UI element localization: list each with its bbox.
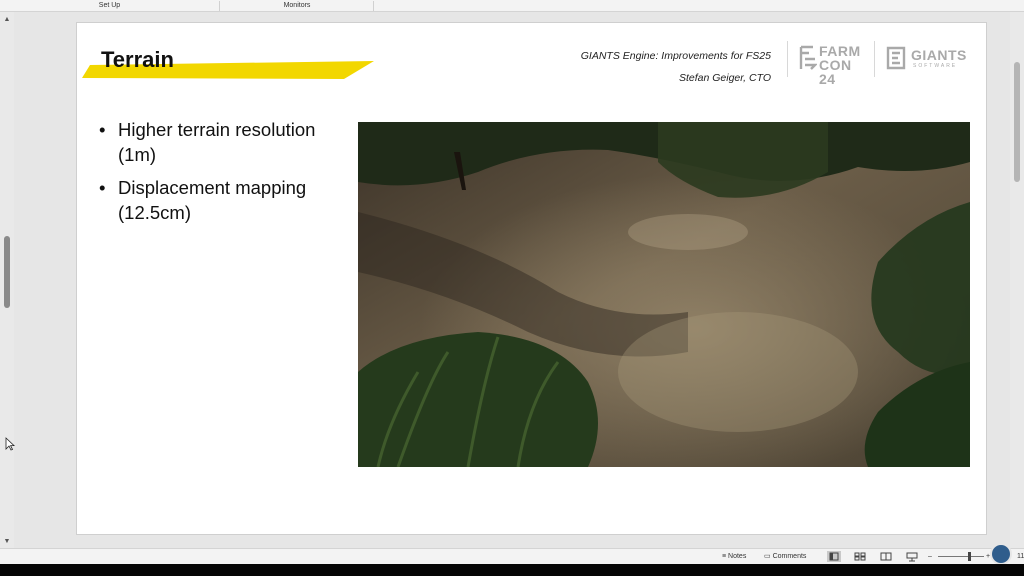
zoom-slider[interactable] [938, 556, 984, 557]
chevron-down-icon[interactable]: ▼ [3, 538, 11, 546]
taskbar [0, 564, 1024, 576]
farmcon-logo: FARM CON 24 [799, 43, 865, 86]
presentation-title: GIANTS Engine: Improvements for FS25 [580, 50, 771, 62]
bullet-item: Higher terrain resolution (1m) [99, 117, 349, 167]
thumbnail-scrollbar[interactable]: ▲ ▼ [0, 12, 14, 548]
ribbon-strip: Set Up Monitors [0, 0, 1024, 12]
header-divider [787, 41, 788, 77]
header-divider [874, 41, 875, 77]
farmcon-logo-text: FARM CON 24 [819, 43, 861, 87]
slideshow-button[interactable] [905, 551, 919, 562]
bullet-item: Displacement mapping (12.5cm) [99, 175, 349, 225]
bullet-list: Higher terrain resolution (1m) Displacem… [99, 117, 349, 233]
slide-scrollbar-thumb[interactable] [1014, 62, 1020, 182]
giants-logo-subtext: SOFTWARE [913, 63, 958, 69]
slide-sorter-icon [854, 552, 866, 561]
slide-sorter-button[interactable] [853, 551, 867, 562]
arrow-cursor-icon [5, 437, 15, 451]
normal-view-button[interactable] [827, 551, 841, 562]
slide-canvas[interactable]: Terrain GIANTS Engine: Improvements for … [76, 22, 987, 535]
ribbon-group-monitors[interactable]: Monitors [221, 1, 374, 11]
reading-view-button[interactable] [879, 551, 893, 562]
giants-logo: GIANTS SOFTWARE [885, 43, 969, 75]
slide-scrollbar[interactable] [1010, 12, 1024, 548]
zoom-out-button[interactable]: – [928, 552, 932, 562]
reading-view-icon [880, 552, 892, 561]
zoom-slider-handle[interactable] [968, 552, 971, 561]
notes-button[interactable]: ≡ Notes [722, 552, 746, 562]
comments-button[interactable]: ▭ Comments [764, 552, 806, 562]
terrain-screenshot-image[interactable] [358, 122, 970, 467]
giants-logo-text: GIANTS [911, 47, 967, 63]
slide-title: Terrain [101, 47, 174, 72]
comment-icon: ▭ [764, 553, 773, 560]
ribbon-group-setup[interactable]: Set Up [0, 1, 220, 11]
chevron-up-icon[interactable]: ▲ [3, 16, 11, 24]
avatar[interactable] [990, 543, 1012, 565]
status-bar: ≡ Notes ▭ Comments – + 11 [0, 543, 1024, 565]
slideshow-icon [906, 552, 918, 562]
presenter-name: Stefan Geiger, CTO [678, 72, 771, 84]
zoom-level[interactable]: 11 [1017, 552, 1024, 562]
slide-meta: GIANTS Engine: Improvements for FS25 Ste… [581, 45, 771, 89]
scrollbar-thumb[interactable] [4, 236, 10, 308]
normal-view-icon [829, 552, 839, 561]
